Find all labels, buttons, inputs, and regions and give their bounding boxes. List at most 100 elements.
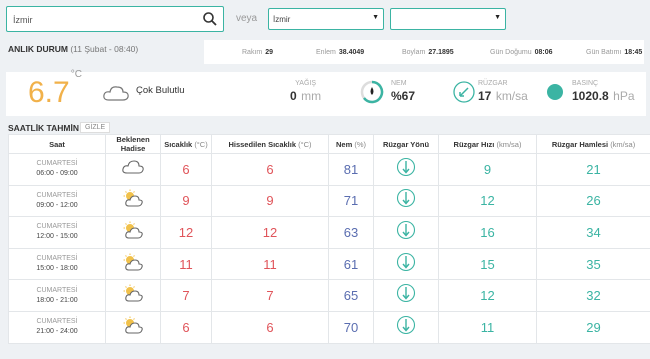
cloud-icon: [122, 160, 144, 174]
gun-batimi-info: Gün Batımı 18:45: [586, 49, 643, 56]
cloud-icon: [103, 86, 129, 101]
district-select[interactable]: ▼: [390, 8, 506, 30]
partly-cloudy-icon: [123, 189, 143, 207]
speed-cell: 15: [438, 247, 537, 281]
gust-cell: 32: [536, 279, 650, 312]
header-hissedilen: Hissedilen Sıcaklık (°C): [211, 134, 329, 154]
gust-cell: 26: [536, 184, 650, 218]
nem-cell: 71: [328, 184, 374, 218]
speed-cell: 12: [438, 184, 537, 218]
enlem-info: Enlem 38.4049: [316, 49, 365, 56]
search-input[interactable]: [13, 13, 193, 27]
nem-cell: 81: [328, 153, 374, 186]
feel-cell: 9: [211, 184, 329, 218]
header-ruzgar-hizi: Rüzgar Hızı (km/sa): [438, 134, 537, 154]
table-row: CUMARTESİ 12:00 - 15:00 12 12 63 16 34: [8, 216, 650, 249]
speed-cell: 12: [438, 279, 537, 312]
gust-cell: 35: [536, 247, 650, 281]
rakim-info: Rakım 29: [242, 49, 274, 56]
nem-value: %67: [391, 89, 416, 103]
hadise-cell: [105, 184, 161, 218]
nem-label: NEM: [391, 80, 407, 87]
gizle-button[interactable]: GİZLE: [80, 122, 111, 133]
hadise-cell: [105, 310, 161, 344]
direction-cell: [373, 247, 439, 281]
temp-cell: 7: [160, 279, 212, 312]
basinc-value: 1020.8: [572, 89, 609, 103]
pressure-icon: [547, 84, 563, 100]
yagis-value: 0: [290, 89, 297, 103]
temp-cell: 9: [160, 184, 212, 218]
feel-cell: 12: [211, 216, 329, 249]
time-cell: CUMARTESİ 06:00 - 09:00: [8, 153, 106, 186]
condition-text: Çok Bulutlu: [136, 85, 185, 96]
current-temperature: 6.7°C: [28, 69, 82, 109]
direction-cell: [373, 310, 439, 344]
search-icon[interactable]: [202, 11, 218, 27]
nem-metric: NEM %67: [391, 80, 415, 105]
province-select[interactable]: İzmir ▼: [268, 8, 384, 30]
direction-cell: [373, 279, 439, 312]
ruzgar-label: RÜZGAR: [478, 80, 508, 87]
yagis-label: YAĞIŞ: [295, 80, 317, 87]
yagis-unit: mm: [301, 89, 322, 103]
time-cell: CUMARTESİ 12:00 - 15:00: [8, 216, 106, 249]
nem-cell: 65: [328, 279, 374, 312]
table-row: CUMARTESİ 09:00 - 12:00 9 9 71 12 26: [8, 184, 650, 218]
wind-direction-arrow-icon: [396, 284, 416, 303]
nem-cell: 70: [328, 310, 374, 344]
partly-cloudy-icon: [123, 316, 143, 334]
current-conditions: 6.7°C Çok Bulutlu YAĞIŞ 0 mm NEM %67 RÜZ…: [6, 69, 646, 116]
header-ruzgar-hamlesi: Rüzgar Hamlesi (km/sa): [536, 134, 650, 154]
basinc-unit: hPa: [613, 89, 635, 103]
feel-cell: 6: [211, 310, 329, 344]
table-row: CUMARTESİ 21:00 - 24:00 6 6 70 11 29: [8, 310, 650, 344]
basinc-metric: BASINÇ 1020.8 hPa: [572, 80, 635, 105]
saatlik-tahmin-title: SAATLİK TAHMİN: [8, 123, 79, 133]
hadise-cell: [105, 247, 161, 281]
temp-cell: 12: [160, 216, 212, 249]
header-saat: Saat: [8, 134, 106, 154]
gust-cell: 34: [536, 216, 650, 249]
direction-cell: [373, 184, 439, 218]
header-ruzgar-yonu: Rüzgar Yönü: [373, 134, 439, 154]
partly-cloudy-icon: [123, 284, 143, 302]
humidity-icon: [360, 80, 384, 104]
basinc-label: BASINÇ: [572, 80, 599, 87]
ruzgar-metric: RÜZGAR 17 km/sa: [478, 80, 528, 105]
direction-cell: [373, 216, 439, 249]
ruzgar-unit: km/sa: [495, 89, 528, 103]
wind-direction-arrow-icon: [396, 189, 416, 208]
nem-cell: 63: [328, 216, 374, 249]
feel-cell: 7: [211, 279, 329, 312]
ruzgar-value: 17: [478, 89, 492, 103]
temp-cell: 6: [160, 153, 212, 186]
anlik-durum-title: ANLIK DURUM (11 Şubat - 08:40): [8, 44, 138, 54]
temp-cell: 11: [160, 247, 212, 281]
time-cell: CUMARTESİ 15:00 - 18:00: [8, 247, 106, 281]
nem-cell: 61: [328, 247, 374, 281]
partly-cloudy-icon: [123, 221, 143, 239]
location-info-strip: Rakım 29 Enlem 38.4049 Boylam 27.1895 Gün D…: [204, 40, 644, 64]
wind-direction-arrow-icon: [396, 315, 416, 334]
header-sicaklik: Sıcaklık (°C): [160, 134, 212, 154]
wind-direction-icon: [453, 81, 475, 103]
speed-cell: 11: [438, 310, 537, 344]
search-box[interactable]: [6, 6, 224, 32]
hadise-cell: [105, 279, 161, 312]
direction-cell: [373, 153, 439, 186]
speed-cell: 9: [438, 153, 537, 186]
wind-direction-arrow-icon: [396, 252, 416, 271]
partly-cloudy-icon: [123, 253, 143, 271]
yagis-metric: YAĞIŞ 0 mm: [290, 80, 321, 105]
boylam-info: Boylam 27.1895: [402, 49, 454, 56]
table-row: CUMARTESİ 18:00 - 21:00 7 7 65 12 32: [8, 279, 650, 312]
header-nem: Nem (%): [328, 134, 374, 154]
feel-cell: 6: [211, 153, 329, 186]
veya-label: veya: [236, 13, 258, 24]
gun-dogumu-info: Gün Doğumu 08:06: [490, 49, 553, 56]
table-row: CUMARTESİ 15:00 - 18:00 11 11 61 15 35: [8, 247, 650, 281]
gust-cell: 21: [536, 153, 650, 186]
time-cell: CUMARTESİ 21:00 - 24:00: [8, 310, 106, 344]
speed-cell: 16: [438, 216, 537, 249]
